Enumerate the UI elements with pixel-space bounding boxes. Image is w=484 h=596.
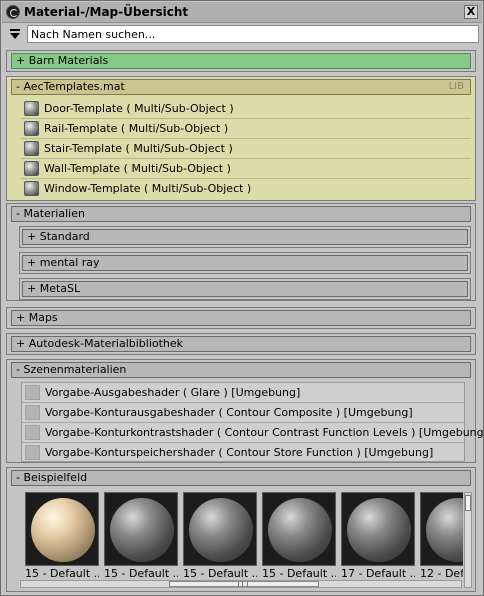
rollout-label: + Barn Materials bbox=[16, 54, 109, 67]
sample-slot[interactable]: 12 - Default ... bbox=[420, 492, 463, 582]
list-item[interactable]: Vorgabe-Konturausgabeshader ( Contour Co… bbox=[22, 403, 464, 423]
search-input[interactable] bbox=[27, 25, 479, 43]
rollout-header-autodesk-library[interactable]: + Autodesk-Materialbibliothek bbox=[11, 336, 471, 352]
rollout-beispielfeld: - Beispielfeld 15 - Default ... 15 - Def… bbox=[6, 467, 476, 592]
material-thumbnail-icon bbox=[24, 141, 39, 156]
material-map-browser-window: Material-/Map-Übersicht X + Barn Materia… bbox=[0, 0, 484, 596]
list-item[interactable]: Window-Template ( Multi/Sub-Object ) bbox=[21, 179, 471, 199]
horizontal-scroll-thumb[interactable] bbox=[169, 581, 319, 587]
sub-rollout-header-standard[interactable]: + Standard bbox=[22, 229, 468, 245]
rollout-header-szenenmaterialien[interactable]: - Szenenmaterialien bbox=[11, 362, 471, 378]
vertical-scroll-thumb[interactable] bbox=[465, 495, 471, 511]
rollout-header-maps[interactable]: + Maps bbox=[11, 310, 471, 326]
list-item[interactable]: Vorgabe-Ausgabeshader ( Glare ) [Umgebun… bbox=[22, 383, 464, 403]
filter-dropdown-icon[interactable] bbox=[8, 26, 22, 42]
browser-panel: + Barn Materials - AecTemplates.mat LIB … bbox=[6, 50, 484, 593]
library-tag: LIB bbox=[448, 81, 464, 92]
shader-thumbnail-icon bbox=[25, 405, 40, 420]
sub-rollout-mental-ray: + mental ray bbox=[19, 252, 471, 274]
window-title: Material-/Map-Übersicht bbox=[24, 5, 189, 19]
rollout-label: - AecTemplates.mat bbox=[16, 80, 125, 93]
list-item[interactable]: Wall-Template ( Multi/Sub-Object ) bbox=[21, 159, 471, 179]
rollout-autodesk-library: + Autodesk-Materialbibliothek bbox=[6, 333, 476, 355]
shader-thumbnail-icon bbox=[25, 445, 40, 460]
sub-rollout-standard: + Standard bbox=[19, 226, 471, 248]
sample-slot[interactable]: 15 - Default ... bbox=[25, 492, 99, 582]
rollout-header-materialien[interactable]: - Materialien bbox=[11, 206, 471, 222]
sample-slot-frame bbox=[104, 492, 178, 566]
sub-rollout-metasl: + MetaSL bbox=[19, 278, 471, 300]
material-sphere-icon bbox=[347, 498, 411, 562]
material-sphere-icon bbox=[189, 498, 253, 562]
rollout-aec-templates: - AecTemplates.mat LIB Door-Template ( M… bbox=[6, 76, 476, 201]
sample-slot-frame bbox=[262, 492, 336, 566]
material-sphere-icon bbox=[426, 498, 463, 562]
close-button[interactable]: X bbox=[464, 5, 478, 19]
material-sphere-icon bbox=[110, 498, 174, 562]
material-sphere-icon bbox=[268, 498, 332, 562]
material-thumbnail-icon bbox=[24, 121, 39, 136]
material-thumbnail-icon bbox=[24, 161, 39, 176]
shader-thumbnail-icon bbox=[25, 425, 40, 440]
rollout-label: - Materialien bbox=[16, 207, 85, 220]
material-thumbnail-icon bbox=[24, 101, 39, 116]
app-logo-icon bbox=[6, 5, 20, 19]
search-row bbox=[2, 23, 482, 45]
sample-slot-frame bbox=[183, 492, 257, 566]
rollout-header-aec-templates[interactable]: - AecTemplates.mat LIB bbox=[11, 79, 471, 95]
sample-slot[interactable]: 17 - Default ... bbox=[341, 492, 415, 582]
rollout-materialien: - Materialien + Standard + mental ray + … bbox=[6, 203, 476, 301]
rollout-szenenmaterialien: - Szenenmaterialien Vorgabe-Ausgabeshade… bbox=[6, 359, 484, 463]
sample-slot[interactable]: 15 - Default ... bbox=[262, 492, 336, 582]
szenenmaterialien-list: Vorgabe-Ausgabeshader ( Glare ) [Umgebun… bbox=[21, 382, 484, 463]
title-bar[interactable]: Material-/Map-Übersicht X bbox=[2, 2, 482, 23]
sample-horizontal-scrollbar[interactable] bbox=[20, 580, 462, 588]
sub-rollout-header-metasl[interactable]: + MetaSL bbox=[22, 281, 468, 297]
sample-vertical-scrollbar[interactable] bbox=[464, 492, 472, 588]
sample-slot[interactable]: 15 - Default ... bbox=[104, 492, 178, 582]
material-thumbnail-icon bbox=[24, 181, 39, 196]
rollout-maps: + Maps bbox=[6, 307, 476, 329]
rollout-header-beispielfeld[interactable]: - Beispielfeld bbox=[11, 470, 471, 486]
rollout-barn-materials: + Barn Materials bbox=[6, 50, 476, 72]
sample-slot-frame bbox=[25, 492, 99, 566]
sample-slot-frame bbox=[420, 492, 463, 566]
sample-slot[interactable]: 15 - Default ... bbox=[183, 492, 257, 582]
list-item[interactable]: Vorgabe-Konturkontrastshader ( Contour C… bbox=[22, 423, 484, 443]
list-item[interactable]: Door-Template ( Multi/Sub-Object ) bbox=[21, 99, 471, 119]
list-item[interactable]: Stair-Template ( Multi/Sub-Object ) bbox=[21, 139, 471, 159]
scroll-grip-icon bbox=[238, 582, 248, 587]
list-item[interactable]: Vorgabe-Konturspeichershader ( Contour S… bbox=[22, 443, 464, 463]
sample-slot-frame bbox=[341, 492, 415, 566]
material-sphere-icon bbox=[31, 498, 95, 562]
list-item[interactable]: Rail-Template ( Multi/Sub-Object ) bbox=[21, 119, 471, 139]
rollout-header-barn-materials[interactable]: + Barn Materials bbox=[11, 53, 471, 69]
sub-rollout-header-mental-ray[interactable]: + mental ray bbox=[22, 255, 468, 271]
shader-thumbnail-icon bbox=[25, 385, 40, 400]
